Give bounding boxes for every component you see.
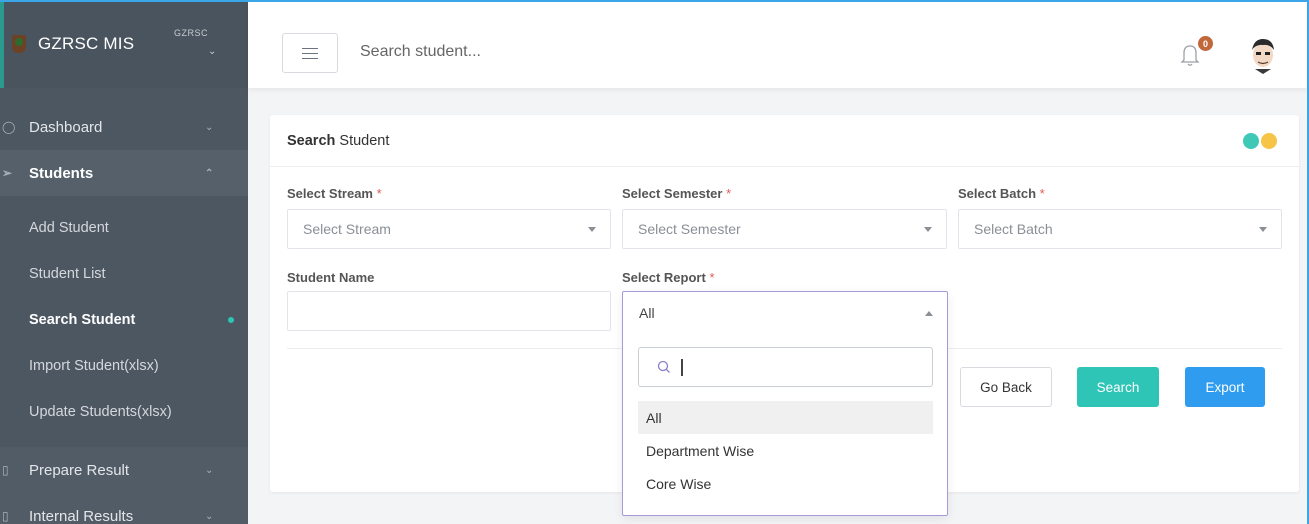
clipboard-icon: ▯ — [2, 463, 9, 477]
sidebar-subitem-student-list[interactable]: Student List — [0, 251, 248, 297]
menu-toggle-button[interactable] — [282, 33, 338, 73]
stream-label-text: Select Stream — [287, 186, 373, 201]
sidebar-item-label: Prepare Result — [29, 461, 130, 479]
dropdown-option-all[interactable]: All — [638, 401, 933, 434]
report-select-dropdown[interactable]: All All Department Wise Core Wise — [622, 291, 948, 516]
chevron-down-icon: ⌄ — [205, 464, 214, 476]
student-name-label: Student Name — [287, 270, 375, 285]
sidebar-item-label: Update Students(xlsx) — [29, 404, 172, 420]
dashboard-icon: ◯ — [2, 120, 16, 134]
chevron-down-icon[interactable]: ⌄ — [208, 46, 216, 57]
active-indicator-dot — [228, 317, 234, 323]
card-title: Search Student — [287, 133, 389, 149]
sidebar-lower-group: ▯ Prepare Result ⌄ ▯ Internal Results ⌄ — [0, 447, 248, 524]
notification-badge: 0 — [1198, 36, 1213, 51]
search-icon — [657, 360, 670, 373]
batch-placeholder: Select Batch — [974, 221, 1053, 237]
chevron-down-icon: ⌄ — [205, 121, 214, 133]
document-icon: ▯ — [2, 509, 9, 523]
batch-label: Select Batch * — [958, 186, 1045, 201]
brand-subtitle: GZRSC — [174, 28, 208, 38]
required-mark: * — [709, 270, 715, 285]
sidebar-item-label: Search Student — [29, 312, 136, 328]
caret-down-icon — [588, 227, 596, 232]
brand-bar: GZRSC MIS GZRSC ⌄ — [0, 0, 248, 88]
college-logo-icon — [12, 35, 26, 53]
stream-select[interactable]: Select Stream — [287, 209, 611, 249]
batch-label-text: Select Batch — [958, 186, 1037, 201]
card-controls — [1243, 133, 1277, 149]
semester-label-text: Select Semester — [622, 186, 723, 201]
caret-up-icon — [925, 311, 933, 316]
required-mark: * — [1039, 186, 1045, 201]
top-header: Search student... 0 — [248, 0, 1309, 88]
sidebar-item-dashboard[interactable]: ◯ Dashboard ⌄ — [0, 104, 248, 150]
chevron-up-icon: ⌃ — [205, 167, 214, 179]
sidebar-item-label: Add Student — [29, 220, 109, 236]
hamburger-icon — [302, 47, 318, 59]
report-selected-value[interactable]: All — [639, 305, 655, 321]
sidebar-subitem-update-students[interactable]: Update Students(xlsx) — [0, 389, 248, 435]
semester-label: Select Semester * — [622, 186, 731, 201]
brand-name[interactable]: GZRSC MIS — [38, 34, 134, 54]
caret-down-icon — [1259, 227, 1267, 232]
sidebar-item-label: Internal Results — [29, 507, 134, 524]
collapse-dot-icon[interactable] — [1243, 133, 1259, 149]
sidebar-item-label: Dashboard — [29, 118, 103, 136]
sidebar: GZRSC MIS GZRSC ⌄ ◯ Dashboard ⌄ ➢ Studen… — [0, 0, 248, 524]
text-cursor — [681, 359, 683, 376]
batch-select[interactable]: Select Batch — [958, 209, 1282, 249]
caret-down-icon — [924, 227, 932, 232]
students-submenu: Add Student Student List Search Student … — [0, 196, 248, 447]
search-button[interactable]: Search — [1077, 367, 1159, 407]
dropdown-option-department-wise[interactable]: Department Wise — [638, 434, 933, 467]
export-button[interactable]: Export — [1185, 367, 1265, 407]
search-input[interactable]: Search student... — [360, 43, 481, 61]
sidebar-item-label: Students — [29, 164, 94, 182]
report-label-text: Select Report — [622, 270, 706, 285]
refresh-dot-icon[interactable] — [1261, 133, 1277, 149]
dropdown-option-core-wise[interactable]: Core Wise — [638, 467, 933, 500]
card-header: Search Student — [270, 115, 1299, 167]
sidebar-item-label: Student List — [29, 266, 106, 282]
report-label: Select Report * — [622, 270, 715, 285]
sidebar-item-label: Import Student(xlsx) — [29, 358, 159, 374]
sidebar-nav: ◯ Dashboard ⌄ ➢ Students ⌃ Add Student S… — [0, 104, 248, 524]
card-title-bold: Search — [287, 133, 336, 149]
avatar[interactable] — [1248, 36, 1278, 74]
semester-placeholder: Select Semester — [638, 221, 741, 237]
sidebar-item-internal-results[interactable]: ▯ Internal Results ⌄ — [0, 493, 248, 524]
send-icon: ➢ — [2, 166, 13, 180]
card-title-rest: Student — [335, 133, 390, 149]
required-mark: * — [376, 186, 382, 201]
student-name-input[interactable] — [287, 291, 611, 331]
sidebar-item-students[interactable]: ➢ Students ⌃ — [0, 150, 248, 196]
chevron-down-icon: ⌄ — [205, 510, 214, 522]
stream-label: Select Stream * — [287, 186, 382, 201]
sidebar-subitem-import-student[interactable]: Import Student(xlsx) — [0, 343, 248, 389]
sidebar-item-prepare-result[interactable]: ▯ Prepare Result ⌄ — [0, 447, 248, 493]
sidebar-subitem-add-student[interactable]: Add Student — [0, 205, 248, 251]
dropdown-search-input[interactable] — [638, 347, 933, 387]
semester-select[interactable]: Select Semester — [622, 209, 947, 249]
stream-placeholder: Select Stream — [303, 221, 391, 237]
required-mark: * — [726, 186, 732, 201]
sidebar-subitem-search-student[interactable]: Search Student — [0, 297, 248, 343]
go-back-button[interactable]: Go Back — [960, 367, 1052, 407]
